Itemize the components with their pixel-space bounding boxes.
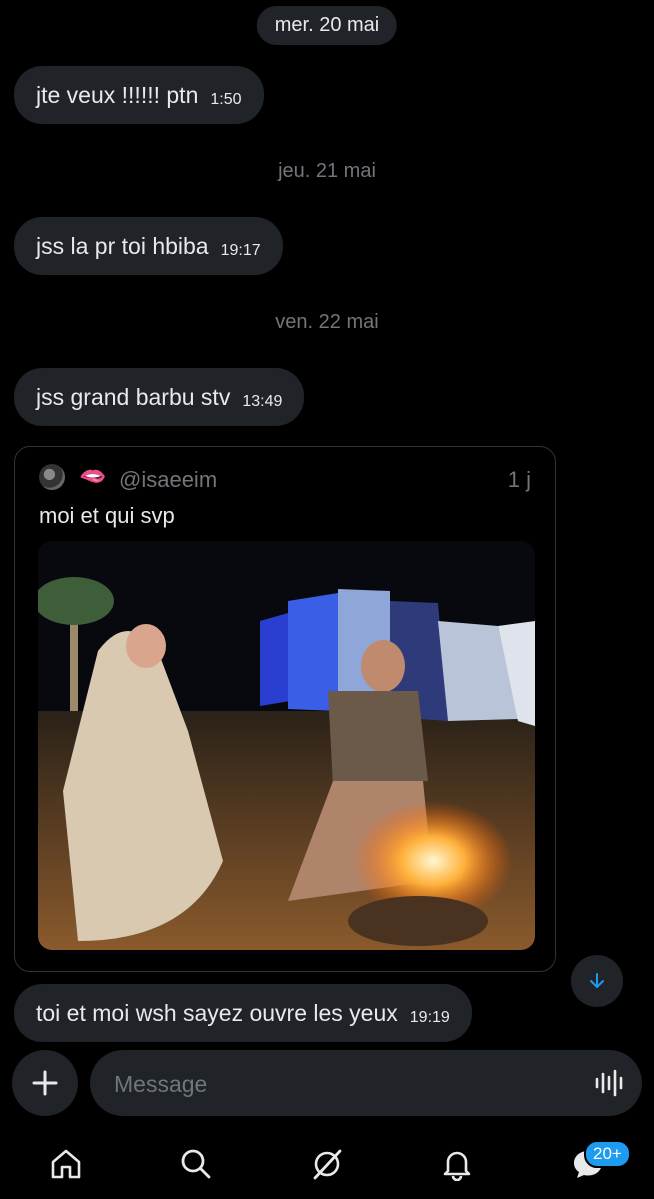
- tab-notifications[interactable]: [437, 1144, 477, 1184]
- date-separator: ven. 22 mai: [275, 311, 379, 333]
- message-text: toi et moi wsh sayez ouvre les yeux: [36, 999, 398, 1026]
- date-separator: mer. 20 mai: [256, 6, 398, 45]
- avatar[interactable]: [39, 464, 65, 490]
- post-photo[interactable]: [38, 541, 535, 950]
- message-bubble[interactable]: jte veux !!!!!! ptn 1:50: [14, 66, 264, 124]
- tab-grok[interactable]: [307, 1144, 347, 1184]
- grok-icon: [313, 1149, 342, 1180]
- message-input[interactable]: [112, 1050, 576, 1118]
- home-icon: [51, 1149, 81, 1179]
- post-age: 1 j: [507, 467, 531, 492]
- message-text: jte veux !!!!!! ptn: [36, 81, 199, 108]
- message-bubble[interactable]: toi et moi wsh sayez ouvre les yeux 19:1…: [14, 984, 472, 1042]
- tab-search[interactable]: [176, 1144, 216, 1184]
- tab-home[interactable]: [46, 1144, 86, 1184]
- bottom-tab-bar: [0, 1128, 654, 1199]
- post-text: moi et qui svp: [39, 503, 175, 528]
- search-icon: [181, 1149, 211, 1179]
- message-time: 13:49: [242, 393, 283, 410]
- notifications-icon: [443, 1151, 471, 1181]
- voice-message-icon[interactable]: [594, 1068, 624, 1098]
- message-composer: [90, 1050, 642, 1118]
- lips-emoji: 🫦: [79, 463, 107, 488]
- message-time: 19:19: [409, 1009, 450, 1026]
- message-bubble[interactable]: jss grand barbu stv 13:49: [14, 368, 305, 426]
- message-time: 19:17: [220, 242, 261, 259]
- post-author-handle[interactable]: @isaeeim: [119, 467, 217, 493]
- shared-post-card[interactable]: 🫦 @isaeeim 1 j moi et qui svp: [14, 446, 556, 972]
- add-attachment-button[interactable]: [12, 1050, 78, 1116]
- date-separator: jeu. 21 mai: [278, 160, 376, 182]
- message-bubble[interactable]: jss la pr toi hbiba 19:17: [14, 217, 283, 275]
- message-time: 1:50: [210, 91, 242, 108]
- message-text: jss la pr toi hbiba: [36, 232, 209, 259]
- arrow-down-icon: [590, 973, 604, 988]
- messages-badge: 20+: [584, 1140, 631, 1168]
- message-text: jss grand barbu stv: [36, 383, 231, 410]
- scroll-to-bottom-button[interactable]: [571, 955, 623, 1007]
- plus-icon: [32, 1070, 58, 1096]
